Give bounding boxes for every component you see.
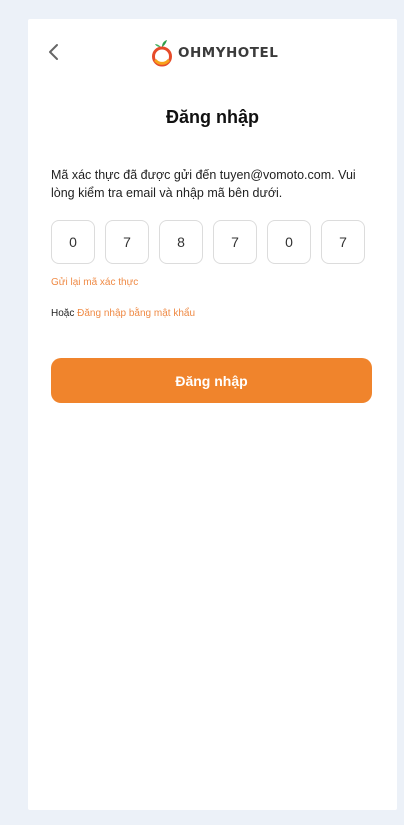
brand-logo: OHMYHOTEL	[150, 39, 278, 67]
otp-input-group	[51, 220, 365, 264]
otp-digit-1[interactable]	[51, 220, 95, 264]
login-card: OHMYHOTEL Đăng nhập Mã xác thực đã được …	[28, 19, 397, 810]
chevron-left-icon[interactable]	[44, 41, 64, 63]
otp-digit-6[interactable]	[321, 220, 365, 264]
alternative-login-row: Hoặc Đăng nhập bằng mật khẩu	[51, 308, 195, 319]
login-button[interactable]: Đăng nhập	[51, 358, 372, 403]
page-title: Đăng nhập	[166, 107, 259, 127]
password-login-link[interactable]: Đăng nhập bằng mật khẩu	[77, 308, 195, 319]
otp-digit-4[interactable]	[213, 220, 257, 264]
logo-text: OHMYHOTEL	[178, 45, 279, 61]
orange-fruit-icon	[152, 40, 172, 67]
otp-digit-2[interactable]	[105, 220, 149, 264]
alternative-prefix: Hoặc	[51, 308, 75, 319]
otp-digit-5[interactable]	[267, 220, 311, 264]
resend-code-link[interactable]: Gửi lại mã xác thực	[51, 277, 138, 288]
otp-digit-3[interactable]	[159, 220, 203, 264]
verification-message: Mã xác thực đã được gửi đến tuyen@vomoto…	[51, 168, 356, 200]
